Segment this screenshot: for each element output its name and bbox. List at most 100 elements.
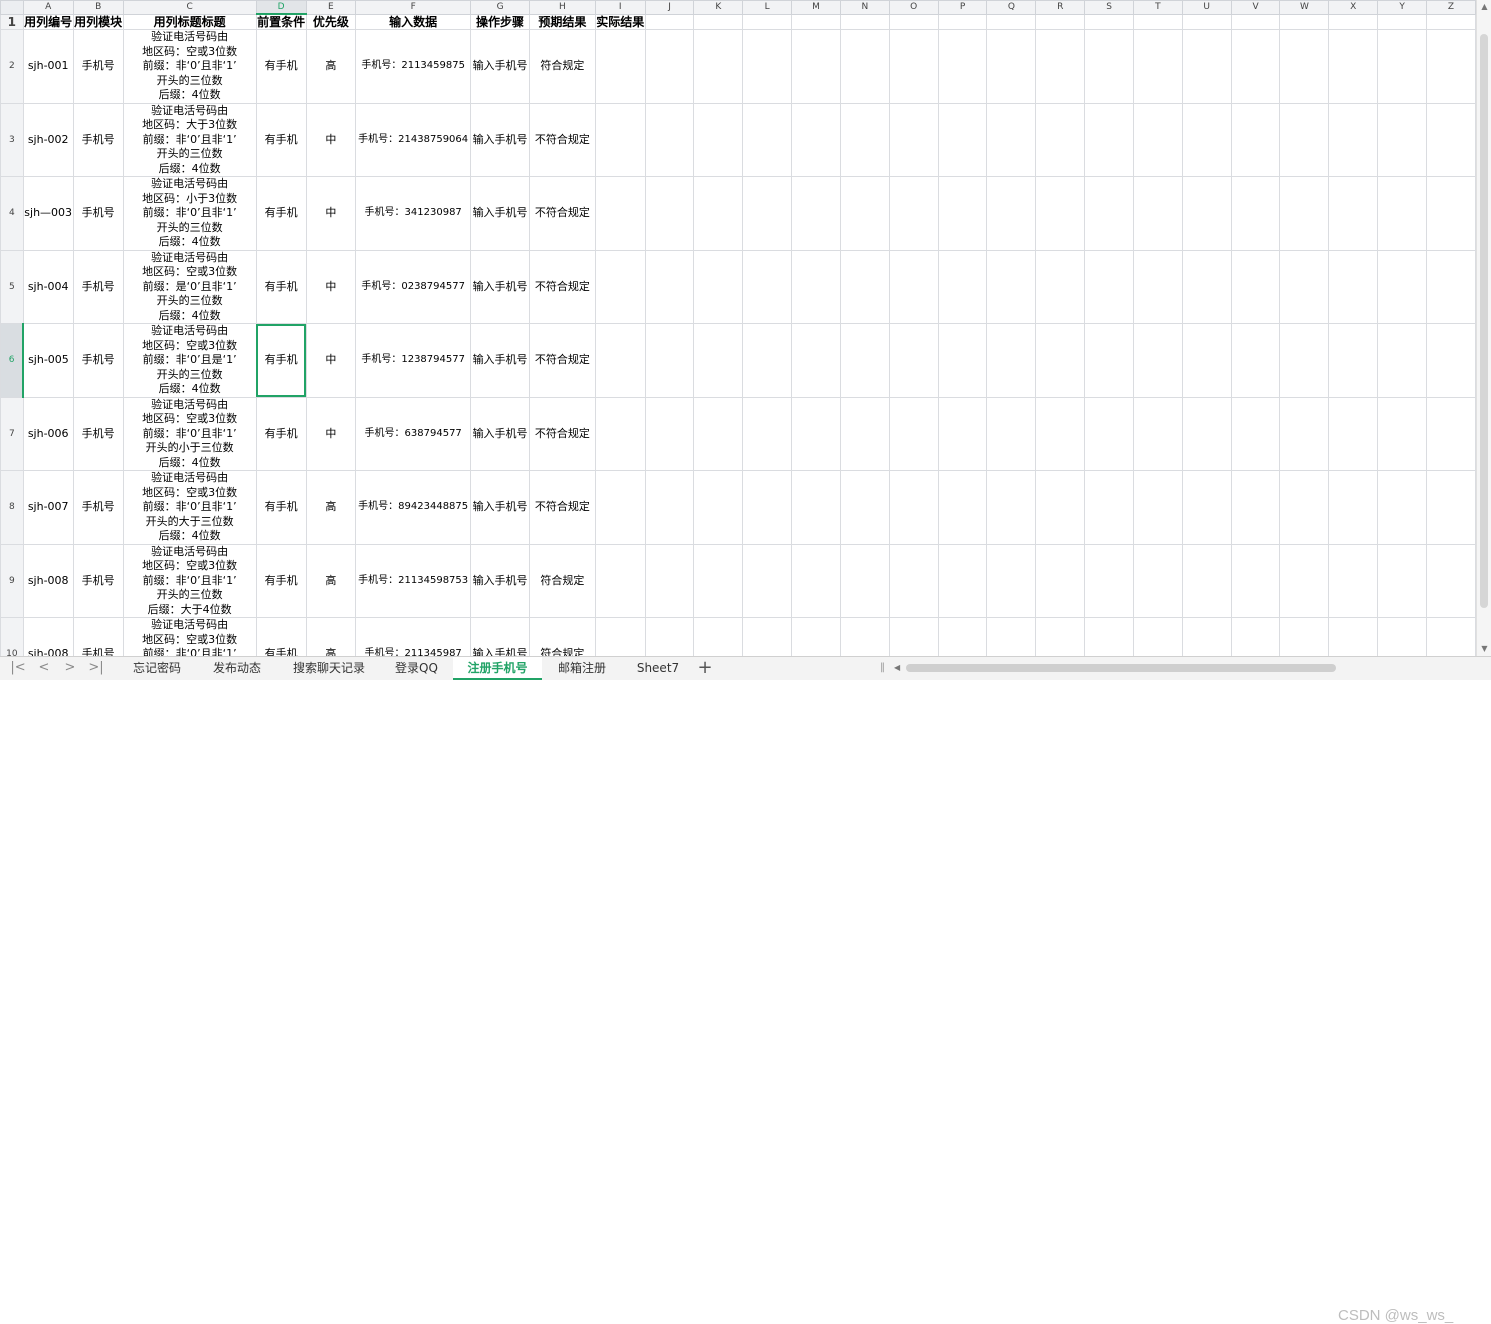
empty-cell[interactable]: [1132, 13, 1183, 30]
sheet-tab[interactable]: 搜索聊天记录: [278, 657, 380, 680]
empty-cell[interactable]: [1230, 617, 1281, 656]
empty-cell[interactable]: [1181, 102, 1232, 177]
precondition-cell[interactable]: 有手机: [255, 396, 307, 471]
empty-cell[interactable]: [1425, 543, 1476, 618]
step-cell[interactable]: 输入手机号: [470, 249, 531, 324]
empty-cell[interactable]: [1328, 176, 1379, 251]
title-cell[interactable]: 验证电活号码由 地区码：空或3位数 前缀：非‘0’且非‘1’ 开头的小于三位数 后缀：4…: [122, 396, 257, 471]
header-cell[interactable]: 用列模块: [72, 13, 124, 30]
empty-cell[interactable]: [1132, 323, 1183, 398]
empty-cell[interactable]: [1279, 176, 1330, 251]
empty-cell[interactable]: [888, 102, 939, 177]
split-handle-icon[interactable]: ‖: [880, 661, 890, 675]
empty-cell[interactable]: [644, 13, 695, 30]
column-header-x[interactable]: X: [1328, 0, 1379, 15]
column-header-o[interactable]: O: [888, 0, 939, 15]
input-data-cell[interactable]: 手机号：0238794577: [355, 249, 472, 324]
empty-cell[interactable]: [1084, 29, 1134, 104]
empty-cell[interactable]: [888, 396, 939, 471]
column-header-j[interactable]: J: [644, 0, 695, 15]
empty-cell[interactable]: [1328, 543, 1379, 618]
expected-result-cell[interactable]: 符合规定: [529, 29, 596, 104]
empty-cell[interactable]: [1035, 543, 1086, 618]
empty-cell[interactable]: [1377, 396, 1427, 471]
empty-cell[interactable]: [791, 13, 841, 30]
step-cell[interactable]: 输入手机号: [470, 29, 531, 104]
empty-cell[interactable]: [1230, 249, 1281, 324]
empty-cell[interactable]: [888, 29, 939, 104]
empty-cell[interactable]: [986, 396, 1037, 471]
empty-cell[interactable]: [1035, 396, 1086, 471]
empty-cell[interactable]: [1425, 102, 1476, 177]
column-header-p[interactable]: P: [937, 0, 988, 15]
empty-cell[interactable]: [791, 543, 841, 618]
empty-cell[interactable]: [1181, 617, 1232, 656]
empty-cell[interactable]: [1230, 13, 1281, 30]
empty-cell[interactable]: [1377, 543, 1427, 618]
empty-cell[interactable]: [644, 470, 695, 545]
precondition-cell[interactable]: 有手机: [255, 470, 307, 545]
title-cell[interactable]: 验证电活号码由 地区码：空或3位数 前缀：非‘0’且非‘1’ 开头的大于三位数 后缀：4…: [122, 470, 257, 545]
empty-cell[interactable]: [791, 617, 841, 656]
column-header-l[interactable]: L: [742, 0, 793, 15]
actual-result-cell[interactable]: [594, 323, 646, 398]
empty-cell[interactable]: [888, 323, 939, 398]
row-header-5[interactable]: 5: [0, 249, 24, 324]
expected-result-cell[interactable]: 不符合规定: [529, 249, 596, 324]
empty-cell[interactable]: [644, 396, 695, 471]
expected-result-cell[interactable]: 不符合规定: [529, 176, 596, 251]
input-data-cell[interactable]: 手机号：341230987: [355, 176, 472, 251]
empty-cell[interactable]: [888, 617, 939, 656]
empty-cell[interactable]: [1425, 13, 1476, 30]
step-cell[interactable]: 输入手机号: [470, 102, 531, 177]
empty-cell[interactable]: [1181, 543, 1232, 618]
empty-cell[interactable]: [937, 617, 988, 656]
empty-cell[interactable]: [1377, 29, 1427, 104]
empty-cell[interactable]: [742, 470, 793, 545]
empty-cell[interactable]: [1132, 396, 1183, 471]
empty-cell[interactable]: [1132, 176, 1183, 251]
empty-cell[interactable]: [986, 249, 1037, 324]
module-cell[interactable]: 手机号: [72, 543, 124, 618]
empty-cell[interactable]: [839, 176, 890, 251]
empty-cell[interactable]: [1328, 13, 1379, 30]
empty-cell[interactable]: [839, 13, 890, 30]
column-header-m[interactable]: M: [791, 0, 841, 15]
empty-cell[interactable]: [986, 323, 1037, 398]
empty-cell[interactable]: [742, 617, 793, 656]
empty-cell[interactable]: [888, 249, 939, 324]
column-header-w[interactable]: W: [1279, 0, 1330, 15]
empty-cell[interactable]: [937, 13, 988, 30]
empty-cell[interactable]: [1035, 249, 1086, 324]
vertical-scrollbar[interactable]: ▲ ▼: [1476, 0, 1491, 656]
vertical-scroll-thumb[interactable]: [1480, 34, 1488, 608]
row-header-6[interactable]: 6: [0, 323, 25, 398]
scroll-up-icon[interactable]: ▲: [1477, 0, 1491, 14]
empty-cell[interactable]: [986, 102, 1037, 177]
sheet-tab[interactable]: 登录QQ: [380, 657, 453, 680]
module-cell[interactable]: 手机号: [72, 176, 124, 251]
empty-cell[interactable]: [1084, 323, 1134, 398]
empty-cell[interactable]: [1328, 323, 1379, 398]
column-header-f[interactable]: F: [355, 0, 472, 15]
precondition-cell[interactable]: 有手机: [255, 249, 307, 324]
priority-cell[interactable]: 高: [305, 543, 357, 618]
empty-cell[interactable]: [742, 323, 793, 398]
empty-cell[interactable]: [644, 29, 695, 104]
empty-cell[interactable]: [1084, 617, 1134, 656]
empty-cell[interactable]: [937, 543, 988, 618]
actual-result-cell[interactable]: [594, 29, 646, 104]
case-id-cell[interactable]: sjh-002: [22, 102, 74, 177]
step-cell[interactable]: 输入手机号: [470, 617, 531, 656]
empty-cell[interactable]: [1035, 470, 1086, 545]
empty-cell[interactable]: [1279, 102, 1330, 177]
module-cell[interactable]: 手机号: [72, 102, 124, 177]
empty-cell[interactable]: [986, 543, 1037, 618]
empty-cell[interactable]: [839, 102, 890, 177]
column-header-g[interactable]: G: [470, 0, 531, 15]
empty-cell[interactable]: [1230, 396, 1281, 471]
row-header-1[interactable]: 1: [0, 13, 24, 30]
column-header-z[interactable]: Z: [1425, 0, 1476, 15]
step-cell[interactable]: 输入手机号: [470, 543, 531, 618]
empty-cell[interactable]: [1279, 617, 1330, 656]
